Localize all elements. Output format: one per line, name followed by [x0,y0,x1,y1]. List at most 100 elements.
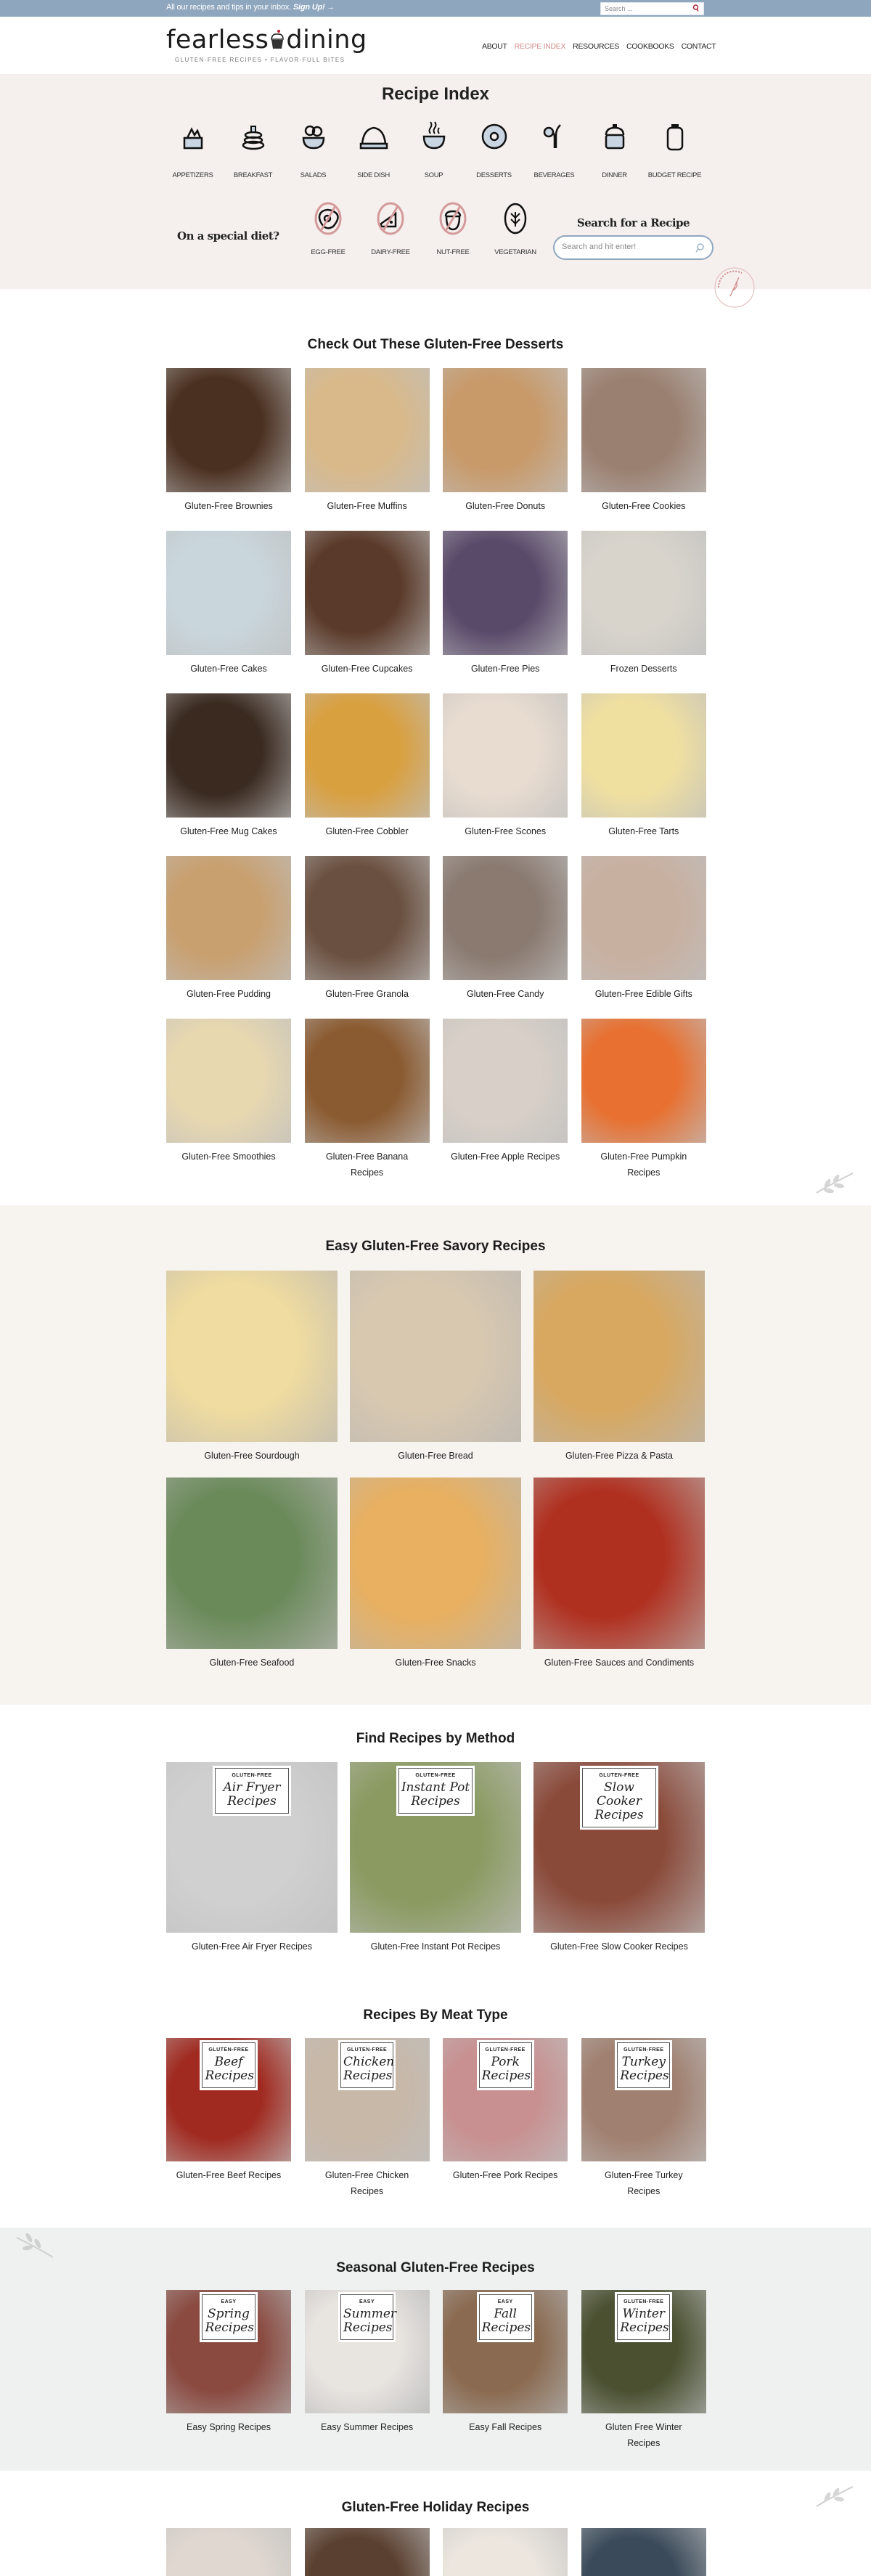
diet-vegetarian[interactable]: VEGETARIAN [484,202,547,256]
recipe-label[interactable]: Gluten-Free Mug Cakes [166,823,291,839]
recipe-image[interactable] [443,368,568,492]
diet-nut-free[interactable]: NUT-FREE [422,202,484,256]
recipe-label[interactable]: Gluten-Free Pudding [166,986,291,1002]
recipe-image[interactable] [166,1019,291,1143]
recipe-image[interactable] [581,856,706,980]
recipe-image[interactable] [581,2528,706,2576]
top-search-input[interactable]: Search ... [600,2,704,15]
recipe-tile[interactable]: Gluten-Free Tarts [581,693,706,856]
recipe-label[interactable]: Gluten-Free Donuts [443,498,568,514]
recipe-image[interactable] [166,1477,338,1649]
recipe-label[interactable]: Gluten-Free Brownies [166,498,291,514]
recipe-tile[interactable]: GLUTEN-FREE Instant Pot Recipes Gluten-Fre… [350,1762,521,1955]
recipe-label[interactable]: Gluten-Free Instant Pot Recipes [350,1939,521,1955]
recipe-tile[interactable] [581,2528,706,2576]
recipe-image[interactable]: GLUTEN-FREE Chicken Recipes [304,2038,430,2161]
recipe-tile[interactable]: GLUTEN-FREE Pork Recipes Gluten-Free Pork … [443,2038,568,2199]
recipe-tile[interactable]: Gluten-Free Bread [350,1271,521,1477]
recipe-label[interactable]: Gluten-Free Apple Recipes [443,1149,568,1165]
recipe-label[interactable]: Gluten-Free Smoothies [166,1149,291,1165]
nav-resources[interactable]: RESOURCES [573,42,619,51]
recipe-tile[interactable]: Gluten-Free Granola [304,856,430,1019]
diet-egg-free[interactable]: EGG-FREE [297,202,359,256]
recipe-label[interactable]: Gluten-Free Slow Cooker Recipes [533,1939,705,1955]
recipe-label[interactable]: Gluten-Free Pork Recipes [443,2167,568,2183]
category-soup[interactable]: SOUP [404,121,464,179]
site-logo[interactable]: fearless dining [166,25,367,54]
recipe-tile[interactable]: Gluten-Free Cakes [166,531,291,693]
recipe-tile[interactable]: Gluten-Free Banana Recipes [304,1019,430,1181]
category-side-dish[interactable]: SIDE DISH [343,121,404,179]
recipe-image[interactable] [443,693,568,818]
recipe-tile[interactable]: Gluten-Free Cupcakes [304,531,430,693]
recipe-image[interactable] [304,1019,430,1143]
recipe-label[interactable]: Gluten-Free Sourdough [166,1448,338,1464]
category-budget-recipe[interactable]: BUDGET RECIPE [645,121,705,179]
recipe-tile[interactable]: Gluten-Free Edible Gifts [581,856,706,1019]
recipe-image[interactable] [166,368,291,492]
recipe-label[interactable]: Gluten-Free Edible Gifts [581,986,706,1002]
recipe-label[interactable]: Gluten-Free Bread [350,1448,521,1464]
recipe-tile[interactable]: Gluten-Free Muffins [304,368,430,531]
recipe-image[interactable] [581,368,706,492]
recipe-tile[interactable]: Gluten-Free Snacks [350,1477,521,1684]
recipe-tile[interactable]: EASY Summer Recipes Easy Summer Recipes [304,2290,430,2451]
recipe-image[interactable]: GLUTEN-FREE Turkey Recipes [581,2038,706,2161]
recipe-label[interactable]: Gluten-Free Tarts [581,823,706,839]
nav-about[interactable]: ABOUT [482,42,507,51]
recipe-label[interactable]: Gluten-Free Cupcakes [305,661,430,677]
recipe-label[interactable]: Frozen Desserts [581,661,706,677]
recipe-tile[interactable]: Gluten-Free Pudding [166,856,291,1019]
recipe-image[interactable]: EASY Summer Recipes [304,2290,430,2413]
recipe-label[interactable]: Easy Spring Recipes [166,2419,291,2435]
recipe-image[interactable] [533,1477,705,1649]
recipe-label[interactable]: Gluten-Free Pizza & Pasta [533,1448,705,1464]
recipe-tile[interactable]: EASY Fall Recipes Easy Fall Recipes [443,2290,568,2451]
recipe-label[interactable]: Gluten-Free Banana Recipes [305,1149,430,1181]
category-dinner[interactable]: DINNER [584,121,645,179]
recipe-image[interactable] [581,693,706,818]
recipe-label[interactable]: Gluten-Free Sauces and Condiments [533,1655,705,1671]
recipe-label[interactable]: Gluten-Free Beef Recipes [166,2167,291,2183]
recipe-tile[interactable]: GLUTEN-FREE Slow Cooker Recipes Gluten-Fre… [533,1762,705,1955]
recipe-image[interactable]: GLUTEN-FREE Instant Pot Recipes [350,1762,521,1933]
recipe-label[interactable]: Gluten-Free Granola [305,986,430,1002]
nav-cookbooks[interactable]: COOKBOOKS [626,42,674,51]
recipe-image[interactable] [350,1477,521,1649]
recipe-tile[interactable]: Gluten-Free Cookies [581,368,706,531]
category-breakfast[interactable]: BREAKFAST [223,121,283,179]
category-appetizers[interactable]: APPETIZERS [163,121,223,179]
recipe-tile[interactable]: Gluten-Free Mug Cakes [166,693,291,856]
recipe-image[interactable] [166,856,291,980]
recipe-image[interactable] [304,856,430,980]
category-desserts[interactable]: DESSERTS [464,121,524,179]
recipe-image[interactable]: GLUTEN-FREE Slow Cooker Recipes [533,1762,705,1933]
category-beverages[interactable]: BEVERAGES [524,121,584,179]
recipe-tile[interactable]: GLUTEN-FREE Turkey Recipes Gluten-Free Tur… [581,2038,706,2199]
recipe-image[interactable] [304,2528,430,2576]
recipe-label[interactable]: Gluten-Free Pies [443,661,568,677]
recipe-image[interactable] [166,2528,291,2576]
recipe-image[interactable]: GLUTEN-FREE Air Fryer Recipes [166,1762,338,1933]
recipe-tile[interactable]: Gluten-Free Scones [443,693,568,856]
recipe-tile[interactable]: GLUTEN-FREE Beef Recipes Gluten-Free Beef … [166,2038,291,2199]
category-salads[interactable]: SALADS [283,121,343,179]
recipe-tile[interactable]: Frozen Desserts [581,531,706,693]
recipe-label[interactable]: Gluten Free Winter Recipes [581,2419,706,2451]
recipe-image[interactable] [304,531,430,655]
recipe-tile[interactable]: Gluten-Free Apple Recipes [443,1019,568,1181]
recipe-image[interactable]: EASY Fall Recipes [443,2290,568,2413]
recipe-tile[interactable]: Gluten-Free Pizza & Pasta [533,1271,705,1477]
recipe-label[interactable]: Gluten-Free Snacks [350,1655,521,1671]
recipe-tile[interactable]: Gluten-Free Smoothies [166,1019,291,1181]
recipe-search-input[interactable]: Search and hit enter! [553,235,713,260]
recipe-label[interactable]: Gluten-Free Candy [443,986,568,1002]
recipe-tile[interactable]: Gluten-Free Candy [443,856,568,1019]
nav-recipe-index[interactable]: RECIPE INDEX [515,42,566,51]
recipe-tile[interactable]: Gluten-Free Sauces and Condiments [533,1477,705,1684]
recipe-image[interactable] [581,1019,706,1143]
recipe-tile[interactable] [166,2528,291,2576]
recipe-tile[interactable]: GLUTEN-FREE Chicken Recipes Gluten-Free Ch… [304,2038,430,2199]
recipe-image[interactable] [304,693,430,818]
diet-dairy-free[interactable]: DAIRY-FREE [359,202,422,256]
